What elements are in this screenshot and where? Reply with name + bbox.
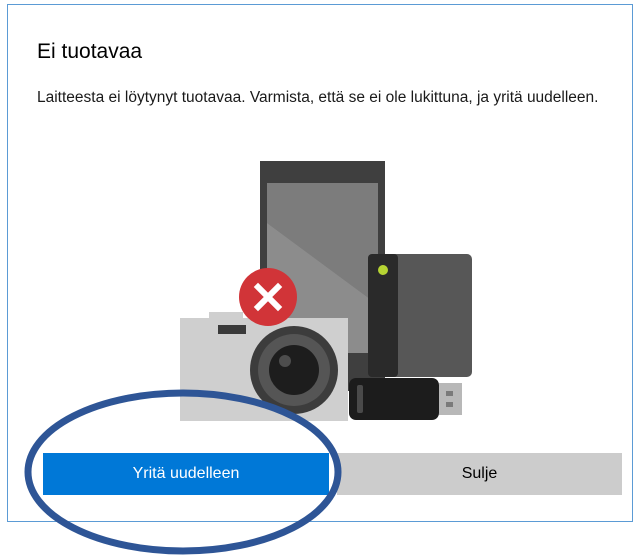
dialog-message: Laitteesta ei löytynyt tuotavaa. Varmist… — [37, 89, 599, 106]
close-button[interactable]: Sulje — [337, 453, 622, 495]
devices-illustration — [180, 161, 472, 421]
external-drive-icon — [368, 254, 472, 377]
no-content-dialog: Ei tuotavaa Laitteesta ei löytynyt tuota… — [7, 4, 633, 522]
error-x-icon — [239, 268, 297, 326]
usb-stick-icon — [349, 378, 462, 420]
dialog-title: Ei tuotavaa — [37, 40, 143, 63]
camera-icon — [180, 312, 348, 421]
phone-icon — [260, 161, 385, 391]
retry-button[interactable]: Yritä uudelleen — [43, 453, 329, 495]
